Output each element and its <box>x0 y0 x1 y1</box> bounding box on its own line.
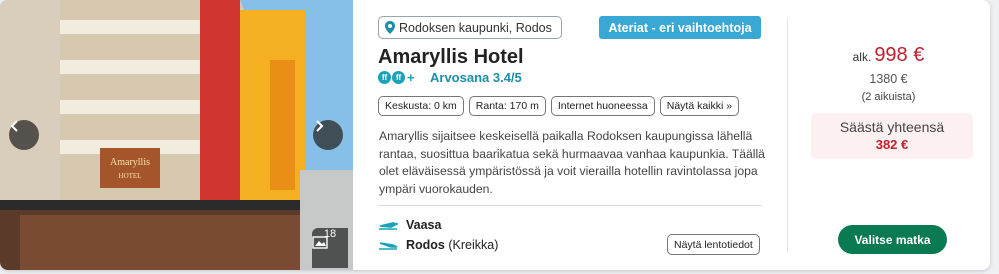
arrival-city: Rodos <box>406 238 445 252</box>
chevron-right-icon <box>316 120 324 132</box>
savings-label: Säästä yhteensä <box>839 119 945 135</box>
original-price: 1380 € <box>869 72 908 86</box>
hotel-class-icons: ff ff + <box>378 70 415 85</box>
departure-flight: Vaasa <box>378 218 441 232</box>
plus-icon: + <box>407 70 415 85</box>
photo-next-button[interactable] <box>313 120 343 150</box>
class-circle-icon: ff <box>378 71 391 84</box>
chip-center-distance: Keskusta: 0 km <box>378 96 464 116</box>
plane-takeoff-icon <box>379 222 398 230</box>
chevron-left-icon <box>10 120 18 132</box>
arrival-flight: Rodos (Kreikka) <box>378 238 498 252</box>
show-flight-info-button[interactable]: Näytä lentotiedot <box>667 234 760 255</box>
hotel-card: Amaryllis HOTEL 18 Rodoksen kaupunki, Ro… <box>0 0 990 270</box>
select-trip-button[interactable]: Valitse matka <box>838 225 947 254</box>
image-icon <box>312 236 328 249</box>
plane-landing-icon <box>379 242 398 250</box>
hotel-name[interactable]: Amaryllis Hotel <box>378 46 524 69</box>
map-pin-icon <box>385 21 395 34</box>
divider <box>378 205 762 206</box>
show-all-features-button[interactable]: Näytä kaikki » <box>659 96 740 116</box>
meal-options-badge: Ateriat - eri vaihtoehtoja <box>599 16 761 39</box>
class-circle-icon: ff <box>392 71 405 84</box>
departure-city: Vaasa <box>406 218 442 232</box>
savings-amount: 382 € <box>875 137 909 152</box>
location-tag[interactable]: Rodoksen kaupunki, Rodos <box>378 16 562 39</box>
gallery-button[interactable]: 18 <box>312 228 348 268</box>
arrival-region: (Kreikka) <box>448 238 499 252</box>
feature-chips: Keskusta: 0 km Ranta: 170 m Internet huo… <box>378 96 740 116</box>
travellers-info: (2 aikuista) <box>861 91 916 103</box>
hotel-photo-image: Amaryllis HOTEL <box>0 0 353 270</box>
price-value: 998 € <box>874 44 925 66</box>
hotel-rating: Arvosana 3.4/5 <box>430 70 522 85</box>
chip-beach-distance: Ranta: 170 m <box>468 96 546 116</box>
hotel-description: Amaryllis sijaitsee keskeisellä paikalla… <box>379 129 765 196</box>
chip-internet: Internet huoneessa <box>550 96 655 116</box>
hotel-sign-subtext: HOTEL <box>119 172 142 180</box>
photo-prev-button[interactable] <box>9 120 39 150</box>
current-price: alk. 998 € <box>787 44 990 67</box>
savings-box: Säästä yhteensä 382 € <box>811 113 973 159</box>
location-label: Rodoksen kaupunki, Rodos <box>399 20 552 35</box>
hotel-sign-text: Amaryllis <box>110 157 150 168</box>
hotel-photo[interactable]: Amaryllis HOTEL 18 <box>0 0 353 270</box>
price-prefix: alk. <box>852 50 872 64</box>
